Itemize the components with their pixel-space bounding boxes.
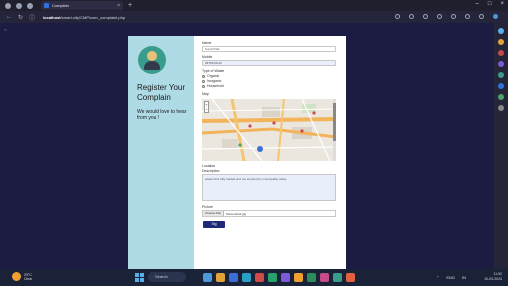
app-icon-orange[interactable] [294,273,303,282]
intro-subtext: We would love to hear from you ! [137,109,187,121]
url-field[interactable]: localhost/smart-city/CMP/user_complaint.… [43,15,125,20]
favorites-icon[interactable] [451,14,456,19]
clock-time: 11:52 [493,272,503,276]
choose-file-button[interactable]: Choose File [203,211,225,216]
map-scrollbar-thumb[interactable] [333,103,336,141]
widgets-app-icon[interactable] [203,273,212,282]
radio-household-circle[interactable] [202,85,205,88]
picture-file-input[interactable]: Choose File Screenshot.jpg [202,210,336,217]
tab-title: Complain [52,3,69,8]
minimize-button[interactable]: – [476,1,479,7]
file-explorer-icon[interactable] [216,273,225,282]
tools-icon[interactable] [498,50,504,56]
radio-inorganic-circle[interactable] [202,80,205,83]
read-aloud-icon[interactable] [409,14,414,19]
mail-app-icon[interactable] [229,273,238,282]
edge-app-icon[interactable] [242,273,251,282]
site-info-icon[interactable]: ⓘ [29,13,35,22]
complaint-card: Register Your Complain We would love to … [128,36,346,269]
radio-household-label: Household [207,84,224,88]
page-corner-mark: ∞ [4,27,7,32]
avatar-head [147,51,157,61]
weather-text: 29°C Clear [24,273,32,281]
favorite-star-icon[interactable] [423,14,428,19]
app-icon-red[interactable] [255,273,264,282]
maximize-button[interactable]: □ [488,1,492,7]
tray-region[interactable]: IN [462,275,466,280]
browser-tab-strip: Complain × + – □ × [0,0,508,11]
collections-icon[interactable] [465,14,470,19]
app-icon-teal[interactable] [307,273,316,282]
app-icon-cyan[interactable] [333,273,342,282]
translate-icon[interactable] [395,14,400,19]
address-bar-row: ← ↻ ⓘ localhost/smart-city/CMP/user_comp… [0,11,508,23]
submit-button[interactable]: Sig [203,221,225,228]
start-logo-tile [135,273,139,277]
browser-tab[interactable]: Complain × [41,1,123,10]
back-arrow-icon[interactable]: ← [6,14,12,20]
start-button[interactable] [135,273,144,282]
window-controls: – □ × [476,1,504,7]
avatar-body [144,61,160,70]
description-textarea[interactable]: waste bins fully loaded and not emptied … [202,174,336,201]
map-scrollbar[interactable] [333,99,336,161]
tab-close-button[interactable]: × [117,3,120,9]
settings-more-icon[interactable] [479,14,484,19]
tray-chevron-icon[interactable]: ⌃ [436,275,439,280]
mobile-field[interactable]: 9876543210 [202,60,336,66]
clock-date: 10-03-2024 [484,277,502,281]
name-field[interactable]: Kunal Patil [202,46,336,52]
taskbar-search-label: Search [155,274,168,279]
user-avatar-icon [138,46,166,74]
address-bar-icons [395,14,498,19]
weather-widget[interactable]: 29°C Clear [12,272,32,281]
workspaces-icon[interactable] [16,2,22,9]
games-icon[interactable] [498,61,504,67]
profile-icon[interactable] [5,2,11,9]
map-label: Map [202,92,209,96]
sun-icon [12,272,21,281]
start-logo-tile [140,273,144,277]
page-viewport: ∞ Register Your Complain We would love t… [0,23,494,269]
start-logo-tile [135,278,139,282]
search-icon[interactable] [498,28,504,34]
reload-icon[interactable]: ↻ [18,14,23,21]
close-window-button[interactable]: × [500,1,504,7]
system-tray[interactable]: ⌃ ENG IN [436,275,466,280]
radio-household[interactable]: Household [202,84,339,89]
url-host: localhost [43,14,61,20]
map-zoom-control: + − [204,101,209,113]
app-icon-pink[interactable] [320,273,329,282]
drop-icon[interactable] [498,94,504,100]
app-icon-coral[interactable] [346,273,355,282]
add-sidebar-icon[interactable] [498,105,504,111]
intro-panel: Register Your Complain We would love to … [128,36,194,269]
tab-favicon-icon [44,3,49,8]
tray-language[interactable]: ENG [446,275,455,280]
app-icon-purple[interactable] [281,273,290,282]
copilot-icon[interactable] [493,14,498,19]
taskbar-search[interactable]: Search [148,272,186,282]
file-name: Screenshot.jpg [226,211,247,216]
complaint-form: Name Kunal Patil Mobile 9876543210 Type … [194,36,346,269]
map-tiles [202,99,336,161]
office-icon[interactable] [498,72,504,78]
new-tab-button[interactable]: + [128,2,132,9]
map-zoom-out-button[interactable]: − [205,107,208,112]
browser-sidebar [494,23,508,269]
url-path: /smart-city/CMP/user_complaint.php [60,14,126,20]
app-icon-green[interactable] [268,273,277,282]
weather-desc: Clear [24,276,33,281]
radio-organic-circle[interactable] [202,75,205,78]
location-map[interactable]: + − [202,99,336,161]
taskbar-clock[interactable]: 11:52 10-03-2024 [484,272,502,282]
taskbar-apps [203,273,355,282]
windows-taskbar: 29°C Clear Search ⌃ ENG IN 11:52 10-03-20… [0,269,508,286]
shopping-icon[interactable] [498,39,504,45]
page-title: Register Your Complain [137,83,186,102]
extensions-icon[interactable] [437,14,442,19]
start-logo-tile [140,278,144,282]
outlook-icon[interactable] [498,83,504,89]
tab-actions-icon[interactable] [27,2,33,9]
